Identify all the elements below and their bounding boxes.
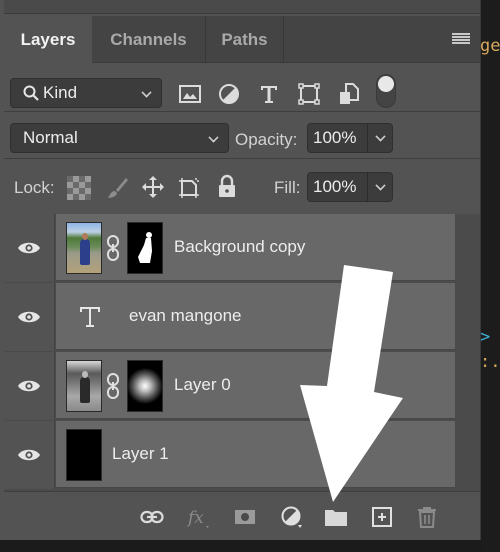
layer-thumbnail <box>66 360 102 412</box>
layer-name[interactable]: Background copy <box>174 237 305 257</box>
lock-label: Lock: <box>14 178 55 197</box>
fill-dropdown-button[interactable] <box>368 173 392 201</box>
layer-row[interactable]: Layer 1 <box>4 421 455 489</box>
chevron-down-icon <box>208 132 219 143</box>
layer-mask-thumbnail[interactable] <box>127 360 163 412</box>
background-code-fragment: ge <box>480 36 500 56</box>
fill-label: Fill: <box>274 178 301 197</box>
filter-kind-dropdown[interactable]: Kind <box>10 78 162 108</box>
layer-body[interactable]: Background copy <box>56 214 455 281</box>
opacity-field[interactable]: 100% <box>307 123 393 153</box>
layer-row[interactable]: evan mangone <box>4 283 455 351</box>
layer-thumbnail <box>66 429 102 481</box>
background-code-fragment: :. <box>480 352 500 372</box>
type-layer-filter-icon[interactable] <box>257 82 281 106</box>
visibility-toggle[interactable] <box>4 421 55 489</box>
layer-style-fx-icon[interactable]: fx <box>187 505 211 529</box>
background-code-fragment: > <box>480 327 491 347</box>
tab-channels[interactable]: Channels <box>92 16 206 63</box>
adjustment-layer-icon[interactable] <box>280 505 304 529</box>
search-icon <box>23 85 39 101</box>
opacity-dropdown-button[interactable] <box>368 124 392 152</box>
blend-mode-value: Normal <box>23 128 78 147</box>
lock-transparent-pixels-icon[interactable] <box>67 176 91 200</box>
link-layers-icon[interactable] <box>140 505 164 529</box>
layer-name[interactable]: Layer 0 <box>174 375 231 395</box>
chevron-down-icon <box>141 87 152 98</box>
thumbnail-figure <box>80 239 90 265</box>
lock-position-icon[interactable] <box>141 175 165 199</box>
panel-tab-bar: Layers Channels Paths <box>4 16 480 64</box>
layer-row[interactable]: Background copy <box>4 214 455 282</box>
eye-icon <box>18 380 40 392</box>
opacity-value[interactable]: 100% <box>308 124 368 152</box>
delete-layer-icon[interactable] <box>415 505 439 529</box>
fill-value[interactable]: 100% <box>308 173 368 201</box>
thumbnail-head <box>82 233 88 240</box>
layer-body[interactable]: Layer 0 <box>56 352 455 419</box>
eye-icon <box>18 311 40 323</box>
add-mask-icon[interactable] <box>233 505 257 529</box>
filter-row: Kind <box>4 64 480 112</box>
layer-name[interactable]: Layer 1 <box>112 444 169 464</box>
new-group-folder-icon[interactable] <box>324 505 348 529</box>
layer-mask-thumbnail[interactable] <box>127 222 163 274</box>
thumbnail-head <box>82 371 88 378</box>
mask-link-icon[interactable] <box>106 373 120 399</box>
layer-row[interactable]: Layer 0 <box>4 352 455 420</box>
adjustment-layer-filter-icon[interactable] <box>217 82 241 106</box>
visibility-toggle[interactable] <box>4 352 55 420</box>
mask-silhouette <box>138 232 152 263</box>
eye-icon <box>18 242 40 254</box>
fill-field[interactable]: 100% <box>307 172 393 202</box>
visibility-toggle[interactable] <box>4 214 55 282</box>
eye-icon <box>18 449 40 461</box>
opacity-label: Opacity: <box>235 130 298 149</box>
filter-toggle-switch[interactable] <box>376 74 396 108</box>
svg-text:fx: fx <box>187 508 204 528</box>
new-layer-icon[interactable] <box>370 505 394 529</box>
toggle-knob <box>378 76 394 92</box>
chevron-down-icon <box>375 180 386 191</box>
layers-bottom-toolbar: fx <box>4 491 480 540</box>
layers-list: Background copy evan mangone Layer 0 Lay… <box>4 214 480 491</box>
lock-artboard-icon[interactable] <box>177 176 201 200</box>
layers-panel: Layers Channels Paths Kind Normal Opacit… <box>0 0 481 540</box>
blend-mode-dropdown[interactable]: Normal <box>10 123 229 153</box>
blend-row: Normal Opacity: 100% <box>4 113 480 159</box>
tab-paths[interactable]: Paths <box>206 16 284 63</box>
panel-menu-icon[interactable] <box>452 33 470 45</box>
lock-row: Lock: Fill: 100% <box>4 160 480 212</box>
chevron-down-icon <box>375 131 386 142</box>
thumbnail-figure <box>80 377 90 403</box>
background-editor <box>482 0 500 552</box>
layer-name[interactable]: evan mangone <box>129 306 241 326</box>
shape-layer-filter-icon[interactable] <box>297 82 321 106</box>
mask-link-icon[interactable] <box>106 235 120 261</box>
lock-all-icon[interactable] <box>215 174 239 198</box>
pixel-layer-filter-icon[interactable] <box>178 82 202 106</box>
layer-body[interactable]: Layer 1 <box>56 421 455 488</box>
visibility-toggle[interactable] <box>4 283 55 351</box>
layer-thumbnail <box>66 222 102 274</box>
panel-top-strip <box>4 0 480 14</box>
smart-object-filter-icon[interactable] <box>337 82 361 106</box>
filter-kind-label: Kind <box>43 83 78 102</box>
lock-image-pixels-icon[interactable] <box>105 176 129 200</box>
type-layer-icon <box>80 307 100 327</box>
tab-layers[interactable]: Layers <box>4 16 92 64</box>
layer-body[interactable]: evan mangone <box>56 283 455 350</box>
